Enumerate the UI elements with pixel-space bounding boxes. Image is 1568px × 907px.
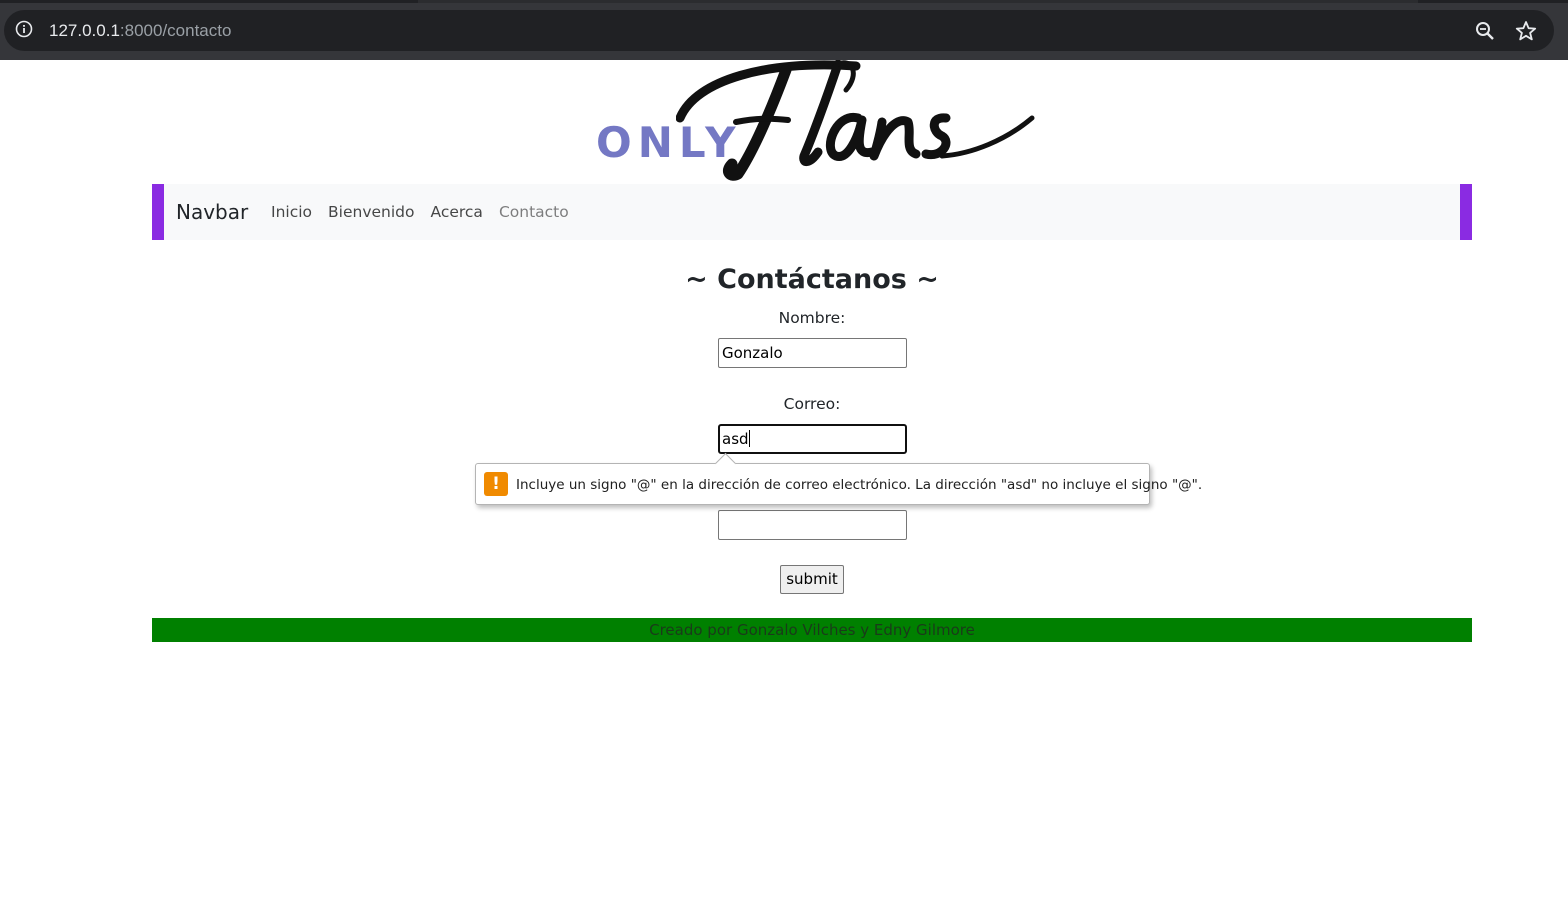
bookmark-star-icon[interactable] — [1514, 19, 1538, 43]
validation-tooltip: ! Incluye un signo "@" en la dirección d… — [475, 452, 1202, 505]
address-url[interactable]: 127.0.0.1:8000/contacto — [49, 10, 231, 51]
nav-link-bienvenido[interactable]: Bienvenido — [320, 184, 422, 240]
nav-link-acerca[interactable]: Acerca — [422, 184, 490, 240]
nombre-input[interactable]: Gonzalo — [718, 338, 907, 368]
address-bar[interactable]: 127.0.0.1:8000/contacto — [4, 10, 1554, 51]
nav-link-contacto[interactable]: Contacto — [491, 184, 577, 240]
page-title: ~ Contáctanos ~ — [685, 264, 939, 295]
zoom-icon[interactable] — [1474, 20, 1496, 42]
submit-button[interactable]: submit — [780, 565, 844, 594]
navbar: Navbar Inicio Bienvenido Acerca Contacto — [152, 184, 1472, 240]
nav-links: Inicio Bienvenido Acerca Contacto — [263, 184, 577, 240]
url-host: 127.0.0.1 — [49, 21, 120, 40]
url-path: :8000/contacto — [119, 21, 232, 40]
nombre-label: Nombre: — [778, 309, 846, 327]
nav-link-inicio[interactable]: Inicio — [263, 184, 320, 240]
logo-script-image — [676, 60, 1035, 181]
site-info-icon[interactable] — [15, 20, 33, 38]
message-input[interactable] — [718, 510, 907, 540]
browser-toolbar: 127.0.0.1:8000/contacto — [0, 0, 1568, 60]
site-logo: ONLY — [596, 60, 1036, 182]
navbar-brand[interactable]: Navbar — [176, 184, 248, 240]
correo-input-value: asd — [722, 430, 749, 448]
tab-strip-highlight — [418, 0, 1418, 3]
correo-input[interactable]: asd — [718, 424, 907, 454]
text-caret — [748, 430, 750, 447]
correo-label: Correo: — [783, 395, 841, 413]
validation-message: Incluye un signo "@" en la dirección de … — [516, 477, 1203, 493]
tab-strip — [0, 0, 1568, 3]
footer: Creado por Gonzalo Vilches y Edny Gilmor… — [152, 618, 1472, 642]
warning-icon: ! — [484, 472, 508, 496]
